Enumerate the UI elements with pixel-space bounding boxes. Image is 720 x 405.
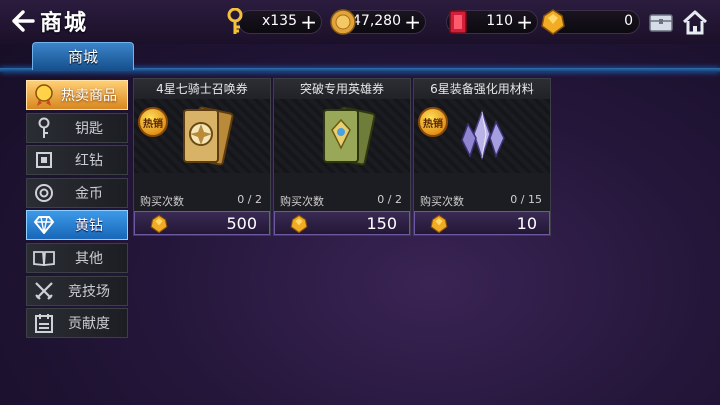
yellow-gem-icon <box>430 214 448 234</box>
coin-icon <box>31 180 57 206</box>
chest-button[interactable] <box>646 8 676 36</box>
purchase-count-label: 购买次数 <box>280 195 324 208</box>
sidebar-item-label: 热卖商品 <box>61 88 117 104</box>
keys-counter: x135 + <box>238 10 322 34</box>
purchase-count-row: 购买次数 0 / 2 <box>274 193 410 209</box>
hero-ticket-icon <box>323 106 376 166</box>
left-arrow-icon <box>12 10 35 32</box>
yellow-gem-icon <box>150 214 168 234</box>
product-name: 6星装备强化用材料 <box>414 79 550 99</box>
gold-coin-icon <box>330 9 356 35</box>
tab-shop[interactable]: 商城 <box>32 42 134 70</box>
sidebar-item-label: 金币 <box>75 185 103 202</box>
price-value: 150 <box>366 214 397 233</box>
crystal-icon <box>461 109 505 161</box>
red-gem-icon <box>449 10 467 34</box>
price-value: 10 <box>516 214 537 233</box>
sidebar-item-label: 钥匙 <box>75 120 103 137</box>
hot-sale-badge: 热销 <box>418 107 448 137</box>
buy-button[interactable]: 500 <box>134 211 270 235</box>
top-bar: 商城 x135 + 47,280 + 110 + 0 <box>0 0 720 44</box>
summon-ticket-icon <box>183 106 234 166</box>
back-button[interactable] <box>6 6 40 36</box>
gold-add-button[interactable]: + <box>404 11 421 33</box>
yellow-gem-icon <box>290 214 308 234</box>
sidebar-item-red-diamond[interactable]: 红钻 <box>26 145 128 176</box>
purchase-count-row: 购买次数 0 / 2 <box>134 193 270 209</box>
keys-add-button[interactable]: + <box>300 11 317 33</box>
purchase-count-row: 购买次数 0 / 15 <box>414 193 550 209</box>
sidebar-item-gold[interactable]: 金币 <box>26 177 128 208</box>
home-button[interactable] <box>680 8 710 36</box>
purchase-count-label: 购买次数 <box>140 195 184 208</box>
sidebar-item-yellow-diamond[interactable]: 黄钻 <box>26 210 128 241</box>
purchase-count-label: 购买次数 <box>420 195 464 208</box>
buy-button[interactable]: 150 <box>274 211 410 235</box>
gold-value: 47,280 <box>352 13 401 29</box>
sidebar-item-label: 竞技场 <box>68 283 110 300</box>
price-value: 500 <box>226 214 257 233</box>
sidebar-item-arena[interactable]: 竞技场 <box>26 275 128 306</box>
key-icon <box>31 115 57 141</box>
sidebar-item-hot-sale[interactable]: 热卖商品 <box>26 80 128 110</box>
sidebar-item-label: 其他 <box>75 250 103 267</box>
red-gem-icon <box>31 147 57 173</box>
sidebar-item-keys[interactable]: 钥匙 <box>26 112 128 143</box>
sidebar-item-other[interactable]: 其他 <box>26 242 128 273</box>
red-diamond-value: 110 <box>486 13 513 29</box>
sidebar-item-label: 贡献度 <box>68 316 110 333</box>
keys-value: x135 <box>261 13 297 29</box>
product-card[interactable]: 突破专用英雄券 购买次数 0 / 2 150 <box>273 78 411 236</box>
yellow-diamond-value: 0 <box>624 13 633 29</box>
product-card[interactable]: 6星装备强化用材料 热销 购买次数 0 / 15 10 <box>413 78 551 236</box>
diamond-icon <box>31 212 57 238</box>
medal-icon <box>31 82 57 108</box>
red-diamond-add-button[interactable]: + <box>516 11 533 33</box>
calendar-icon <box>31 310 57 336</box>
sidebar-item-label: 红钻 <box>75 153 103 170</box>
crossed-swords-icon <box>31 278 57 304</box>
key-icon <box>227 8 243 34</box>
sidebar-item-contribution[interactable]: 贡献度 <box>26 308 128 339</box>
home-icon <box>682 10 708 35</box>
chest-icon <box>649 14 673 32</box>
purchase-count-value: 0 / 15 <box>510 193 542 206</box>
category-sidebar: 热卖商品 钥匙 红钻 金币 黄钻 其他 竞技场 贡献度 <box>26 80 128 341</box>
book-icon <box>31 245 57 271</box>
product-name: 4星七骑士召唤券 <box>134 79 270 99</box>
product-image <box>274 99 410 173</box>
yellow-gem-icon <box>541 9 565 35</box>
sidebar-item-label: 黄钻 <box>75 218 103 235</box>
page-title: 商城 <box>40 11 89 36</box>
buy-button[interactable]: 10 <box>414 211 550 235</box>
product-name: 突破专用英雄券 <box>274 79 410 99</box>
purchase-count-value: 0 / 2 <box>237 193 262 206</box>
product-card[interactable]: 4星七骑士召唤券 热销 购买次数 0 / 2 500 <box>133 78 271 236</box>
purchase-count-value: 0 / 2 <box>377 193 402 206</box>
hot-sale-badge: 热销 <box>138 107 168 137</box>
